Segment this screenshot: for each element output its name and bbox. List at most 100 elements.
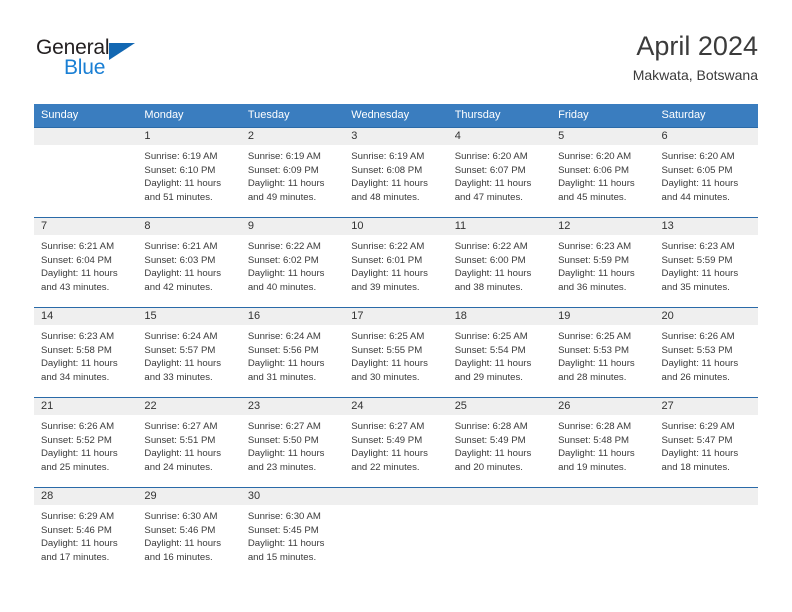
day-cell[interactable]: 6 Sunrise: 6:20 AM Sunset: 6:05 PM Dayli… [654,127,758,218]
calendar-week-row: 14 Sunrise: 6:23 AM Sunset: 5:58 PM Dayl… [34,307,758,398]
sunset-text: Sunset: 5:46 PM [41,524,112,536]
day-details: Sunrise: 6:26 AM Sunset: 5:52 PM Dayligh… [34,415,137,474]
day-cell[interactable]: 19 Sunrise: 6:25 AM Sunset: 5:53 PM Dayl… [551,307,655,398]
day-cell[interactable]: 9 Sunrise: 6:22 AM Sunset: 6:02 PM Dayli… [240,217,345,308]
daylight-text-line2: and 43 minutes. [41,281,110,293]
day-details: Sunrise: 6:24 AM Sunset: 5:56 PM Dayligh… [241,325,344,384]
day-details: Sunrise: 6:27 AM Sunset: 5:49 PM Dayligh… [344,415,447,474]
day-cell[interactable]: 25 Sunrise: 6:28 AM Sunset: 5:49 PM Dayl… [447,397,552,488]
day-cell[interactable]: 21 Sunrise: 6:26 AM Sunset: 5:52 PM Dayl… [34,397,138,488]
day-cell[interactable]: 5 Sunrise: 6:20 AM Sunset: 6:06 PM Dayli… [551,127,655,218]
day-number [551,488,655,505]
day-cell[interactable]: 15 Sunrise: 6:24 AM Sunset: 5:57 PM Dayl… [137,307,241,398]
sunset-text: Sunset: 5:53 PM [661,344,733,356]
day-cell[interactable] [447,487,552,574]
day-cell[interactable]: 7 Sunrise: 6:21 AM Sunset: 6:04 PM Dayli… [34,217,138,308]
sunrise-text: Sunrise: 6:26 AM [41,421,115,432]
day-cell[interactable]: 4 Sunrise: 6:20 AM Sunset: 6:07 PM Dayli… [447,127,552,218]
sunset-text: Sunset: 5:52 PM [41,434,112,446]
weekday-header-friday: Friday [551,104,655,128]
day-details [34,145,137,150]
day-details: Sunrise: 6:30 AM Sunset: 5:45 PM Dayligh… [241,505,344,564]
weekday-header-monday: Monday [137,104,241,128]
sunset-text: Sunset: 6:07 PM [454,164,526,176]
sunrise-text: Sunrise: 6:30 AM [144,511,218,522]
sunset-text: Sunset: 6:02 PM [247,254,319,266]
daylight-text-line2: and 40 minutes. [247,281,317,293]
calendar-week-row: 21 Sunrise: 6:26 AM Sunset: 5:52 PM Dayl… [34,397,758,488]
day-cell[interactable]: 2 Sunrise: 6:19 AM Sunset: 6:09 PM Dayli… [240,127,345,218]
daylight-text-line1: Daylight: 11 hours [144,538,222,550]
day-number: 9 [240,218,345,235]
day-cell[interactable]: 16 Sunrise: 6:24 AM Sunset: 5:56 PM Dayl… [240,307,345,398]
day-number: 13 [654,218,758,235]
daylight-text-line2: and 25 minutes. [41,461,110,473]
daylight-text-line2: and 18 minutes. [661,461,730,473]
day-number: 28 [34,488,138,505]
day-cell[interactable]: 3 Sunrise: 6:19 AM Sunset: 6:08 PM Dayli… [344,127,448,218]
daylight-text-line1: Daylight: 11 hours [661,448,739,460]
day-cell[interactable]: 14 Sunrise: 6:23 AM Sunset: 5:58 PM Dayl… [34,307,138,398]
day-cell[interactable]: 1 Sunrise: 6:19 AM Sunset: 6:10 PM Dayli… [137,127,241,218]
day-details: Sunrise: 6:23 AM Sunset: 5:58 PM Dayligh… [34,325,137,384]
day-details: Sunrise: 6:26 AM Sunset: 5:53 PM Dayligh… [655,325,758,384]
daylight-text-line1: Daylight: 11 hours [454,448,532,460]
daylight-text-line2: and 48 minutes. [351,191,420,203]
day-number: 24 [344,398,448,415]
daylight-text-line2: and 24 minutes. [144,461,213,473]
calendar-table: Sunday Monday Tuesday Wednesday Thursday… [34,104,758,574]
day-cell[interactable]: 24 Sunrise: 6:27 AM Sunset: 5:49 PM Dayl… [344,397,448,488]
daylight-text-line1: Daylight: 11 hours [558,448,635,460]
daylight-text-line2: and 39 minutes. [351,281,420,293]
logo-text-blue: Blue [64,56,106,79]
sunrise-text: Sunrise: 6:20 AM [558,151,632,162]
daylight-text-line1: Daylight: 11 hours [351,268,428,280]
day-number: 27 [654,398,758,415]
day-number: 12 [551,218,655,235]
sunrise-text: Sunrise: 6:22 AM [454,241,528,252]
daylight-text-line1: Daylight: 11 hours [41,358,118,370]
daylight-text-line1: Daylight: 11 hours [144,268,222,280]
day-details [551,505,654,510]
sunset-text: Sunset: 5:47 PM [661,434,733,446]
day-cell[interactable] [551,487,655,574]
day-cell[interactable]: 10 Sunrise: 6:22 AM Sunset: 6:01 PM Dayl… [344,217,448,308]
day-cell[interactable]: 8 Sunrise: 6:21 AM Sunset: 6:03 PM Dayli… [137,217,241,308]
day-cell[interactable] [34,127,138,218]
day-cell[interactable] [654,487,758,574]
day-details: Sunrise: 6:27 AM Sunset: 5:50 PM Dayligh… [241,415,344,474]
day-cell[interactable]: 12 Sunrise: 6:23 AM Sunset: 5:59 PM Dayl… [551,217,655,308]
daylight-text-line2: and 49 minutes. [247,191,317,203]
daylight-text-line2: and 28 minutes. [558,371,627,383]
weekday-header-sunday: Sunday [34,104,138,128]
day-number: 6 [654,128,758,145]
day-number: 5 [551,128,655,145]
day-details: Sunrise: 6:29 AM Sunset: 5:47 PM Dayligh… [655,415,758,474]
day-cell[interactable]: 17 Sunrise: 6:25 AM Sunset: 5:55 PM Dayl… [344,307,448,398]
day-cell[interactable]: 30 Sunrise: 6:30 AM Sunset: 5:45 PM Dayl… [240,487,345,574]
day-cell[interactable]: 28 Sunrise: 6:29 AM Sunset: 5:46 PM Dayl… [34,487,138,574]
day-cell[interactable]: 20 Sunrise: 6:26 AM Sunset: 5:53 PM Dayl… [654,307,758,398]
sunset-text: Sunset: 5:56 PM [247,344,319,356]
sunset-text: Sunset: 5:48 PM [558,434,630,446]
general-blue-logo: General Blue [36,36,196,84]
day-number: 2 [240,128,345,145]
day-cell[interactable]: 13 Sunrise: 6:23 AM Sunset: 5:59 PM Dayl… [654,217,758,308]
sunset-text: Sunset: 6:01 PM [351,254,423,266]
sunrise-text: Sunrise: 6:24 AM [144,331,218,342]
day-cell[interactable]: 22 Sunrise: 6:27 AM Sunset: 5:51 PM Dayl… [137,397,241,488]
daylight-text-line1: Daylight: 11 hours [454,358,532,370]
day-cell[interactable]: 18 Sunrise: 6:25 AM Sunset: 5:54 PM Dayl… [447,307,552,398]
day-cell[interactable]: 11 Sunrise: 6:22 AM Sunset: 6:00 PM Dayl… [447,217,552,308]
day-details: Sunrise: 6:20 AM Sunset: 6:07 PM Dayligh… [448,145,551,204]
day-number [34,128,138,145]
day-cell[interactable]: 26 Sunrise: 6:28 AM Sunset: 5:48 PM Dayl… [551,397,655,488]
daylight-text-line1: Daylight: 11 hours [247,448,325,460]
day-cell[interactable] [344,487,448,574]
sunrise-text: Sunrise: 6:21 AM [144,241,218,252]
day-cell[interactable]: 23 Sunrise: 6:27 AM Sunset: 5:50 PM Dayl… [240,397,345,488]
daylight-text-line1: Daylight: 11 hours [454,268,532,280]
daylight-text-line2: and 35 minutes. [661,281,730,293]
day-cell[interactable]: 29 Sunrise: 6:30 AM Sunset: 5:46 PM Dayl… [137,487,241,574]
day-cell[interactable]: 27 Sunrise: 6:29 AM Sunset: 5:47 PM Dayl… [654,397,758,488]
